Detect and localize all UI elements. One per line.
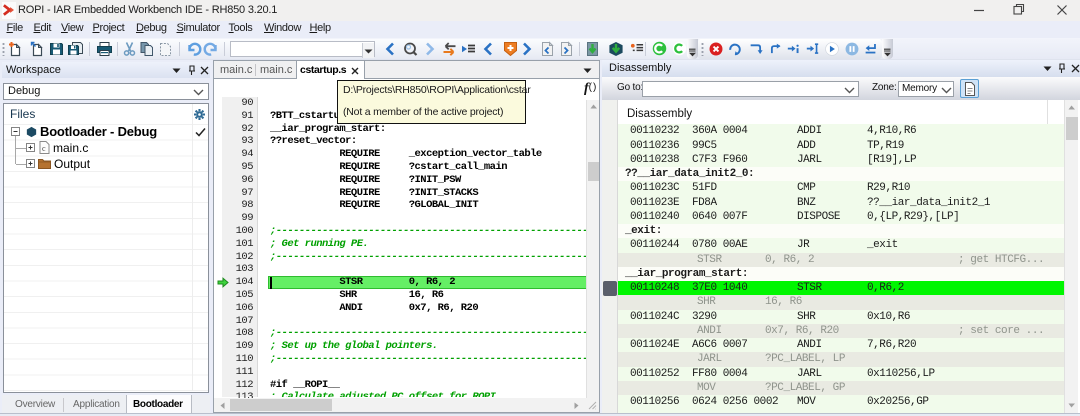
- svg-text:c: c: [42, 144, 46, 153]
